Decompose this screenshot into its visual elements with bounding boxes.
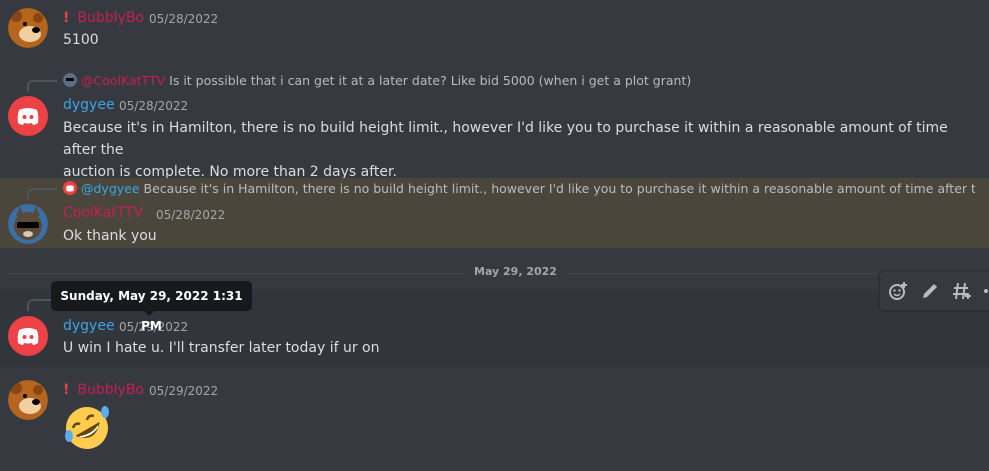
date-divider-label: May 29, 2022 (466, 265, 565, 278)
message-content: Because it's in Hamilton, there is no bu… (63, 117, 968, 183)
timestamp[interactable]: 05/28/2022 (149, 12, 218, 26)
author-name[interactable]: dygyee (63, 97, 115, 113)
reply-text: Is it possible that i can get it at a la… (169, 73, 692, 88)
author-name[interactable]: ! BubblyBo (63, 10, 144, 26)
discord-logo-icon (17, 108, 39, 125)
reply-preview[interactable]: @dygyee Because it's in Hamilton, there i… (63, 181, 975, 196)
reply-connector (27, 80, 57, 92)
author-name[interactable]: dygyee (63, 318, 115, 334)
message-bubblybo-2: ! BubblyBo 05/29/2022 (0, 372, 989, 471)
add-reaction-icon (889, 282, 907, 300)
edit-button[interactable] (916, 277, 944, 305)
reply-author[interactable]: @CoolKatTTV (81, 73, 165, 88)
timestamp[interactable]: 05/28/2022 (156, 208, 225, 222)
message-content: U win I hate u. I'll transfer later toda… (63, 340, 380, 356)
avatar-dygyee[interactable] (8, 96, 48, 136)
reply-author[interactable]: @dygyee (81, 181, 140, 196)
message-content: Ok thank you (63, 228, 157, 244)
role-prefix: ! (63, 382, 70, 398)
timestamp-tooltip: Sunday, May 29, 2022 1:31 PM (51, 281, 252, 333)
create-thread-button[interactable] (948, 277, 976, 305)
message-line-1: Because it's in Hamilton, there is no bu… (63, 120, 948, 158)
message-coolkat-1: @dygyee Because it's in Hamilton, there i… (0, 178, 989, 248)
message-bubblybo-1: ! BubblyBo 05/28/2022 5100 (0, 0, 989, 60)
message-content: 5100 (63, 32, 99, 48)
author-label: BubblyBo (77, 382, 144, 398)
role-prefix: ! (63, 10, 70, 26)
reply-connector (27, 188, 57, 200)
create-thread-icon (953, 282, 971, 300)
message-toolbar (879, 271, 989, 311)
edit-icon (923, 284, 937, 298)
avatar-bubblybo[interactable] (8, 380, 48, 420)
message-dygyee-1: @CoolKatTTV Is it possible that i can get… (0, 66, 989, 180)
timestamp[interactable]: 05/28/2022 (119, 99, 188, 113)
timestamp[interactable]: 05/29/2022 (149, 384, 218, 398)
bear-avatar-icon (8, 380, 48, 420)
author-label: BubblyBo (77, 10, 144, 26)
reply-preview[interactable]: @CoolKatTTV Is it possible that i can get… (63, 73, 691, 88)
cat-avatar-icon (8, 204, 48, 244)
avatar-dygyee[interactable] (8, 316, 48, 356)
author-name[interactable]: CoolKatTTV (63, 205, 143, 221)
avatar-coolkat[interactable] (8, 204, 48, 244)
rofl-emoji-icon[interactable] (63, 404, 111, 452)
reply-text: Because it's in Hamilton, there is no bu… (143, 181, 975, 196)
more-button[interactable] (980, 277, 989, 305)
avatar-bubblybo[interactable] (8, 8, 48, 48)
mini-avatar-coolkat (63, 73, 77, 87)
bear-avatar-icon (8, 8, 48, 48)
discord-logo-icon (17, 328, 39, 345)
mini-avatar-dygyee (63, 181, 77, 195)
author-name[interactable]: ! BubblyBo (63, 382, 144, 398)
more-icon (984, 289, 988, 293)
add-reaction-button[interactable] (884, 277, 912, 305)
